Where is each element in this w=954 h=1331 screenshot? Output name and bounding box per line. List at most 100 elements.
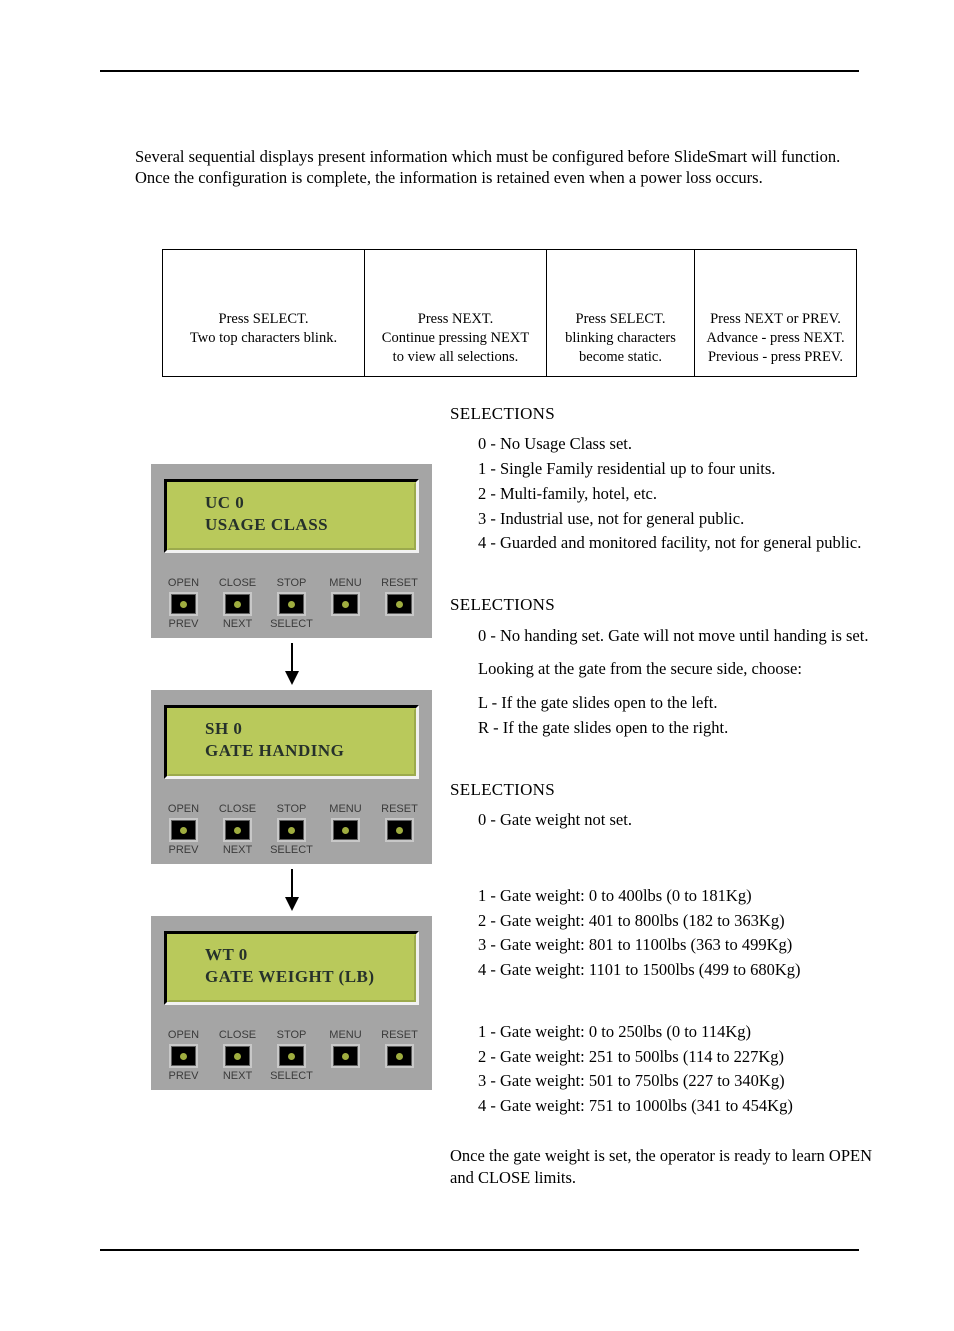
arrow-down-icon [151, 864, 432, 916]
flow-cell-1-l1: Press SELECT. [219, 311, 309, 327]
panel-screen-area: WT 0 GATE WEIGHT (LB) [151, 916, 432, 1012]
lcd-line-2: USAGE CLASS [205, 514, 416, 536]
btn-close[interactable]: CLOSE NEXT [212, 578, 263, 630]
btn-label-top: MENU [320, 804, 371, 815]
btn-reset[interactable]: RESET [374, 1030, 425, 1082]
flow-cell-4-l2: Advance - press NEXT. [706, 330, 844, 346]
handing-item-0: 0 - No handing set. Gate will not move u… [478, 625, 894, 647]
panel-screen-area: SH 0 GATE HANDING [151, 690, 432, 786]
weight-grp2-4: 4 - Gate weight: 751 to 1000lbs (341 to … [478, 1095, 894, 1117]
usage-item-4: 4 - Guarded and monitored facility, not … [478, 532, 894, 554]
flow-cell-4-l3: Previous - press PREV. [708, 349, 843, 365]
lcd-line-1: WT 0 [205, 944, 416, 966]
panel-spacer [151, 786, 432, 804]
btn-stop[interactable]: STOPSELECT [266, 578, 317, 630]
lcd-display: UC 0 USAGE CLASS [164, 479, 419, 553]
selections-heading: SELECTIONS [450, 779, 894, 801]
weight-grp1-4: 4 - Gate weight: 1101 to 1500lbs (499 to… [478, 959, 894, 981]
btn-label-bot: NEXT [212, 619, 263, 630]
btn-label-top: CLOSE [212, 578, 263, 589]
bottom-rule [100, 1249, 859, 1251]
btn-label-bot: PREV [158, 1071, 209, 1082]
usage-item-0: 0 - No Usage Class set. [478, 433, 894, 455]
flow-cell-3: Press SELECT. blinking characters become… [547, 249, 695, 376]
led-button [223, 592, 252, 616]
led-button [331, 818, 360, 842]
flow-cell-2-l3: to view all selections. [393, 349, 519, 365]
lcd-line-2: GATE HANDING [205, 740, 416, 762]
flow-cell-3-l3: become static. [579, 349, 662, 365]
weight-grp2-1: 1 - Gate weight: 0 to 250lbs (0 to 114Kg… [478, 1021, 894, 1043]
led-button [277, 818, 306, 842]
btn-label-bot: NEXT [212, 845, 263, 856]
btn-menu[interactable]: MENU [320, 578, 371, 630]
descriptions-column: SELECTIONS 0 - No Usage Class set. 1 - S… [450, 403, 894, 1189]
lcd-line-1: UC 0 [205, 492, 416, 514]
handing-right: R - If the gate slides open to the right… [478, 717, 894, 739]
flow-cell-1-l2: Two top characters blink. [190, 330, 337, 346]
usage-item-3: 3 - Industrial use, not for general publ… [478, 508, 894, 530]
selections-heading: SELECTIONS [450, 594, 894, 616]
btn-menu[interactable]: MENU [320, 804, 371, 856]
led-button [223, 818, 252, 842]
weight-footer: Once the gate weight is set, the operato… [450, 1145, 894, 1189]
lcd-line-1: SH 0 [205, 718, 416, 740]
btn-label-bot: SELECT [266, 845, 317, 856]
panel-usage-class: UC 0 USAGE CLASS OPEN PREV CLOSE NEXT STOP… [151, 464, 432, 638]
btn-stop[interactable]: STOP SELECT [266, 804, 317, 856]
btn-close[interactable]: CLOSE NEXT [212, 804, 263, 856]
btn-label-top: CLOSE [212, 1030, 263, 1041]
top-rule [100, 70, 859, 72]
flow-cell-2-l2: Continue pressing NEXT [382, 330, 529, 346]
btn-open[interactable]: OPENPREV [158, 804, 209, 856]
flow-cell-2-l1: Press NEXT. [418, 311, 493, 327]
lcd-display: WT 0 GATE WEIGHT (LB) [164, 931, 419, 1005]
btn-open[interactable]: OPEN PREV [158, 578, 209, 630]
btn-label-top: RESET [374, 804, 425, 815]
btn-label-bot: PREV [158, 619, 209, 630]
panel-screen-area: UC 0 USAGE CLASS [151, 464, 432, 560]
arrow-down-icon [151, 638, 432, 690]
btn-open[interactable]: OPEN PREV [158, 1030, 209, 1082]
btn-reset[interactable]: RESET [374, 804, 425, 856]
handing-block: SELECTIONS 0 - No handing set. Gate will… [450, 594, 894, 739]
flow-table: Press SELECT. Two top characters blink. … [162, 249, 857, 377]
weight-grp2-2: 2 - Gate weight: 251 to 500lbs (114 to 2… [478, 1046, 894, 1068]
led-button [277, 592, 306, 616]
flow-cell-4: Press NEXT or PREV. Advance - press NEXT… [695, 249, 857, 376]
btn-label-bot: NEXT [212, 1071, 263, 1082]
button-row: OPEN PREV CLOSE NEXT STOPSELECT MENU RESET [151, 578, 432, 638]
led-button [385, 1044, 414, 1068]
btn-label-top: OPEN [158, 1030, 209, 1041]
weight-grp1-1: 1 - Gate weight: 0 to 400lbs (0 to 181Kg… [478, 885, 894, 907]
btn-close[interactable]: CLOSE NEXT [212, 1030, 263, 1082]
btn-label-bot: SELECT [266, 1071, 317, 1082]
weight-grp1-2: 2 - Gate weight: 401 to 800lbs (182 to 3… [478, 910, 894, 932]
led-button [169, 818, 198, 842]
btn-label-top: MENU [320, 1030, 371, 1041]
led-button [169, 592, 198, 616]
btn-reset[interactable]: RESET [374, 578, 425, 630]
panel-gate-handing: SH 0 GATE HANDING OPENPREV CLOSE NEXT STO… [151, 690, 432, 864]
btn-label-top: STOP [266, 1030, 317, 1041]
btn-label-top: RESET [374, 1030, 425, 1041]
weight-grp2-3: 3 - Gate weight: 501 to 750lbs (227 to 3… [478, 1070, 894, 1092]
panel-spacer [151, 560, 432, 578]
led-button [331, 1044, 360, 1068]
btn-label-bot: SELECT [266, 619, 317, 630]
lcd-display: SH 0 GATE HANDING [164, 705, 419, 779]
btn-label-top: STOP [266, 804, 317, 815]
usage-item-1: 1 - Single Family residential up to four… [478, 458, 894, 480]
handing-intro: Looking at the gate from the secure side… [478, 658, 894, 680]
led-button [169, 1044, 198, 1068]
handing-left: L - If the gate slides open to the left. [478, 692, 894, 714]
panel-spacer [151, 1012, 432, 1030]
btn-label-top: OPEN [158, 578, 209, 589]
flow-cell-2: Press NEXT. Continue pressing NEXT to vi… [365, 249, 547, 376]
btn-label-top: CLOSE [212, 804, 263, 815]
usage-class-block: SELECTIONS 0 - No Usage Class set. 1 - S… [450, 403, 894, 554]
weight-grp1-3: 3 - Gate weight: 801 to 1100lbs (363 to … [478, 934, 894, 956]
button-row: OPENPREV CLOSE NEXT STOP SELECT MENU RESET [151, 804, 432, 864]
btn-stop[interactable]: STOP SELECT [266, 1030, 317, 1082]
btn-menu[interactable]: MENU [320, 1030, 371, 1082]
